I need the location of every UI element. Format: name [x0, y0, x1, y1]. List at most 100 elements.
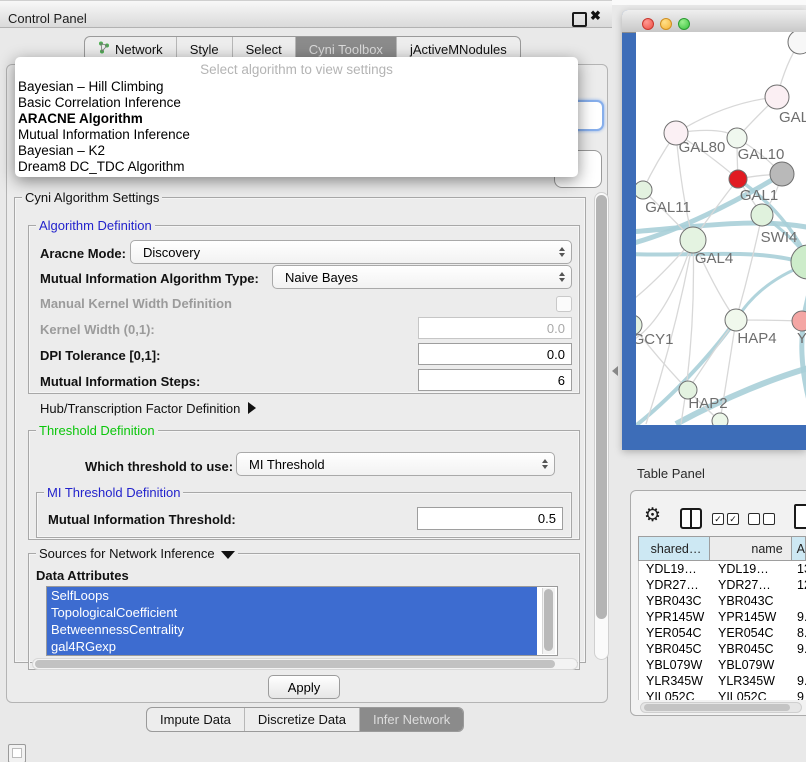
table-cell: YBR043C — [639, 593, 711, 609]
dropdown-item-selected[interactable]: ARACNE Algorithm — [15, 111, 578, 127]
mi-algorithm-type-select[interactable]: Naive Bayes — [272, 265, 572, 289]
table-cell: YBR045C — [711, 641, 793, 657]
close-icon[interactable]: ✖ — [590, 8, 601, 24]
collapsed-arrow-icon — [248, 402, 256, 414]
node-label: GCY1 — [636, 331, 673, 348]
table-row[interactable]: YDR27… YDR27… 12 — [639, 577, 806, 593]
table-row[interactable]: YIL052C YIL052C 9 — [639, 689, 806, 700]
attribute-item-selected[interactable]: SelfLoops — [47, 587, 537, 604]
scrollbar-thumb[interactable] — [596, 195, 607, 619]
dropdown-item[interactable]: Mutual Information Inference — [15, 127, 578, 143]
attribute-item-selected[interactable]: gal4RGexp — [47, 638, 537, 655]
group-title: Cyni Algorithm Settings — [22, 190, 162, 205]
tab-infer-network[interactable]: Infer Network — [359, 708, 463, 731]
select-all-checkbox-icon[interactable]: ✓ — [712, 513, 724, 525]
apply-button[interactable]: Apply — [268, 675, 340, 699]
tab-discretize-data[interactable]: Discretize Data — [244, 708, 359, 731]
zoom-traffic-light-icon[interactable] — [678, 18, 690, 30]
aracne-mode-select[interactable]: Discovery — [130, 240, 572, 264]
table-cell: YDL19… — [639, 561, 711, 577]
mi-threshold-field[interactable]: 0.5 — [417, 507, 563, 530]
dropdown-item[interactable]: Bayesian – Hill Climbing — [15, 79, 578, 95]
network-node[interactable] — [725, 309, 747, 331]
dropdown-item[interactable]: Basic Correlation Inference — [15, 95, 578, 111]
tab-label: Select — [246, 42, 282, 57]
network-window-titlebar[interactable] — [622, 10, 806, 33]
manual-kernel-checkbox[interactable] — [556, 296, 572, 312]
scrollbar-thumb[interactable] — [35, 660, 555, 668]
table-row[interactable]: YLR345W YLR345W 9. — [639, 673, 806, 689]
network-canvas[interactable]: GALGAL80GAL10GAL1GAL11SWI4GAL4GCY1HAP4YH… — [636, 32, 806, 425]
column-header-partial[interactable]: A — [792, 537, 806, 560]
column-header-shared-name[interactable]: shared… — [639, 537, 710, 560]
network-node[interactable] — [791, 245, 806, 279]
table-cell: YDL19… — [711, 561, 793, 577]
which-threshold-select[interactable]: MI Threshold — [236, 452, 555, 476]
table-cell: YLR345W — [639, 673, 711, 689]
mi-steps-field[interactable]: 6 — [418, 369, 572, 391]
dpi-tolerance-field[interactable]: 0.0 — [418, 343, 572, 365]
minimize-traffic-light-icon[interactable] — [660, 18, 672, 30]
tab-label: Impute Data — [160, 712, 231, 727]
network-node[interactable] — [765, 85, 789, 109]
attribute-item-selected[interactable]: BetweennessCentrality — [47, 621, 537, 638]
table-panel-title: Table Panel — [637, 466, 705, 481]
hub-definition-label: Hub/Transcription Factor Definition — [40, 401, 240, 416]
scrollbar-thumb[interactable] — [544, 589, 553, 651]
selected-value: Naive Bayes — [273, 270, 553, 285]
close-traffic-light-icon[interactable] — [642, 18, 654, 30]
network-node[interactable] — [770, 162, 794, 186]
table-page-icon[interactable] — [794, 504, 806, 529]
group-title: Threshold Definition — [36, 423, 158, 438]
split-column-icon[interactable] — [680, 508, 702, 529]
table-cell: YPR145W — [639, 609, 711, 625]
hub-definition-toggle[interactable]: Hub/Transcription Factor Definition — [40, 401, 256, 416]
network-node[interactable] — [788, 32, 806, 54]
network-canvas-svg: GALGAL80GAL10GAL1GAL11SWI4GAL4GCY1HAP4YH… — [636, 32, 806, 425]
network-node[interactable] — [751, 204, 773, 226]
node-label: GAL4 — [695, 250, 733, 267]
deselect-checkbox-icon[interactable] — [763, 513, 775, 525]
tab-impute-data[interactable]: Impute Data — [147, 708, 244, 731]
kernel-width-field[interactable]: 0.0 — [418, 317, 572, 339]
network-view-window[interactable]: GALGAL80GAL10GAL1GAL11SWI4GAL4GCY1HAP4YH… — [622, 10, 806, 450]
table-row[interactable]: YDL19… YDL19… 13 — [639, 561, 806, 577]
network-edge — [802, 284, 806, 424]
kernel-width-label: Kernel Width (0,1): — [40, 322, 155, 337]
splitter-collapse-icon[interactable] — [612, 366, 618, 376]
scrollbar-thumb[interactable] — [644, 704, 790, 711]
column-header-name[interactable]: name — [710, 537, 791, 560]
node-label: GAL11 — [645, 199, 691, 216]
network-node[interactable] — [727, 128, 747, 148]
deselect-checkbox-icon[interactable] — [748, 513, 760, 525]
table-cell: YDR27… — [639, 577, 711, 593]
network-node[interactable] — [712, 413, 728, 425]
attribute-item-selected[interactable]: TopologicalCoefficient — [47, 604, 537, 621]
table-row[interactable]: YER054C YER054C 8. — [639, 625, 806, 641]
table-cell: YIL052C — [711, 689, 793, 700]
table-row[interactable]: YBR043C YBR043C — [639, 593, 806, 609]
selected-value: MI Threshold — [237, 457, 536, 472]
dropdown-item[interactable]: Dream8 DC_TDC Algorithm — [15, 159, 578, 175]
network-node[interactable] — [636, 181, 652, 199]
network-node[interactable] — [729, 170, 747, 188]
table-row[interactable]: YBR045C YBR045C 9. — [639, 641, 806, 657]
float-window-icon[interactable] — [572, 12, 587, 27]
table-row[interactable]: YPR145W YPR145W 9. — [639, 609, 806, 625]
settings-horizontal-scrollbar[interactable] — [32, 658, 578, 670]
settings-vertical-scrollbar[interactable] — [594, 192, 609, 660]
expanded-arrow-icon — [221, 551, 235, 559]
table-row[interactable]: YBL079W YBL079W — [639, 657, 806, 673]
settings-gear-icon[interactable]: ⚙ — [644, 505, 661, 527]
select-all-checkbox-icon[interactable]: ✓ — [727, 513, 739, 525]
panel-icon-glyph — [12, 748, 22, 758]
table-cell: 8. — [793, 625, 806, 641]
list-vertical-scrollbar[interactable] — [542, 588, 555, 654]
sources-group-title[interactable]: Sources for Network Inference — [36, 546, 238, 561]
bottom-left-panel-icon[interactable] — [8, 744, 26, 762]
table-header-row: shared… name A — [638, 536, 806, 561]
network-node[interactable] — [792, 311, 806, 331]
table-horizontal-scrollbar[interactable] — [640, 702, 802, 713]
dropdown-item[interactable]: Bayesian – K2 — [15, 143, 578, 159]
node-label: Y — [797, 330, 806, 347]
